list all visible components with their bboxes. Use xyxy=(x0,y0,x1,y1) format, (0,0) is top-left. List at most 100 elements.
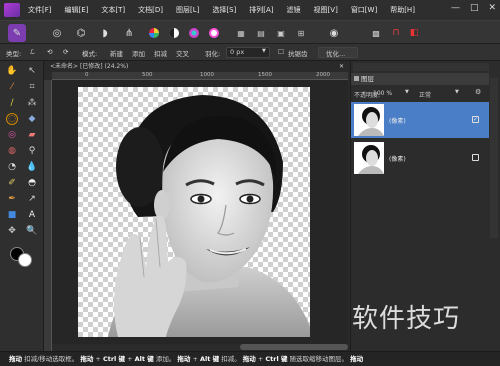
menu-select[interactable]: 选择[S] xyxy=(212,5,236,15)
opacity-value[interactable]: 100 % xyxy=(373,90,392,97)
liquify-persona-icon[interactable]: ◎ xyxy=(48,24,66,42)
layer-name: (像素) xyxy=(389,156,406,163)
panel-scrollbar[interactable] xyxy=(490,78,498,238)
clone-tool-icon[interactable]: ◍ xyxy=(6,145,18,157)
maximize-button[interactable]: □ xyxy=(470,3,479,13)
brush-tool-icon[interactable]: ∕ xyxy=(6,97,18,109)
layer-settings-icon[interactable]: ⚙ xyxy=(475,88,481,96)
secondary-color-swatch[interactable] xyxy=(18,253,32,267)
blend-dropdown-icon[interactable]: ▼ xyxy=(455,89,459,95)
eyedropper-tool-icon[interactable]: ⁄ xyxy=(6,81,18,93)
crop-tool-icon[interactable]: ⌗ xyxy=(26,81,38,93)
status-part: 随选取缩移动图层。 xyxy=(287,355,349,363)
magnetic-icon[interactable]: ⟳ xyxy=(63,48,68,56)
close-button[interactable]: ✕ xyxy=(488,3,496,13)
grid-icon[interactable]: ▤ xyxy=(252,24,270,42)
minimize-button[interactable]: — xyxy=(451,3,460,13)
menu-help[interactable]: 帮助[H] xyxy=(390,5,415,15)
tone-mapping-persona-icon[interactable]: ◗ xyxy=(96,24,114,42)
status-part: Alt 键 xyxy=(134,355,154,363)
menu-arrange[interactable]: 排列[A] xyxy=(249,5,273,15)
blur-tool-icon[interactable]: 💧 xyxy=(26,161,38,173)
lasso-tool-icon[interactable]: ◌ xyxy=(6,113,18,125)
status-part: Ctrl 键 xyxy=(102,355,126,363)
horizontal-scrollbar[interactable] xyxy=(240,344,348,350)
context-toolbar: 类型: ℒ ⟲ ⟳ 模式: 新建 添加 扣减 交叉 羽化: 0 px ▼ ☐ 抗… xyxy=(0,44,500,61)
layer-row[interactable]: (像素) xyxy=(351,140,489,176)
node-tool-icon[interactable]: ↗ xyxy=(26,193,38,205)
opacity-dropdown-icon[interactable]: ▼ xyxy=(405,89,409,95)
menu-window[interactable]: 窗口[W] xyxy=(351,5,377,15)
selection-icon[interactable]: ▣ xyxy=(272,24,290,42)
status-part: Alt 键 xyxy=(200,355,220,363)
white-balance-icon[interactable] xyxy=(205,24,223,42)
menu-layer[interactable]: 图层[L] xyxy=(176,5,199,15)
layers-panel-header[interactable]: 图层 xyxy=(351,73,489,85)
feather-label: 羽化: xyxy=(205,50,221,58)
menu-document[interactable]: 文档[D] xyxy=(138,5,163,15)
watermark: 软件技巧 xyxy=(352,304,461,334)
menu-file[interactable]: 文件[F] xyxy=(28,5,52,15)
mode-new-button[interactable]: 新建 xyxy=(110,48,123,58)
refine-label: 优化... xyxy=(326,50,346,58)
quick-mask-icon[interactable]: ◉ xyxy=(325,24,343,42)
blemish-tool-icon[interactable]: ◔ xyxy=(6,161,18,173)
status-part: 扣减。 xyxy=(219,355,241,363)
snapping-icon[interactable]: ⊞ xyxy=(292,24,310,42)
app-logo-icon xyxy=(4,3,20,17)
contrast-icon[interactable] xyxy=(165,24,183,42)
status-part: 拖动 xyxy=(80,355,94,363)
hand-tool-icon[interactable]: ✋ xyxy=(6,65,18,77)
color-wheel-icon[interactable] xyxy=(145,24,163,42)
tools-panel: ✋ ↖ ⁄ ⌗ ∕ ⁂ ◌ ◆ ◎ ▰ ◍ ⚲ ◔ 💧 ✐ ◓ ✒ ↗ ■ A … xyxy=(0,61,44,351)
freehand-icon[interactable]: ℒ xyxy=(30,48,35,56)
photo-canvas[interactable] xyxy=(78,87,310,337)
status-part: 拖动 xyxy=(177,355,191,363)
dodge-tool-icon[interactable]: ⚲ xyxy=(26,145,38,157)
zoom-tool-icon[interactable]: 🔍 xyxy=(26,225,38,237)
ruler-tick: 2000 xyxy=(316,72,330,78)
view-tool-icon[interactable]: ✥ xyxy=(6,225,18,237)
layer-visibility-checkbox[interactable] xyxy=(472,154,479,161)
blend-mode-select[interactable]: 正常 xyxy=(419,90,431,99)
document-tab[interactable]: <未命名> [已修改] (24.2%) ✕ xyxy=(44,61,350,72)
red-eye-tool-icon[interactable]: ◓ xyxy=(26,177,38,189)
status-part: + xyxy=(93,355,103,363)
antialias-checkbox[interactable]: ☐ xyxy=(278,48,284,56)
vertical-ruler xyxy=(44,80,52,351)
layer-row[interactable]: (像素) ✓ xyxy=(351,102,489,138)
move-tool-icon[interactable]: ↖ xyxy=(26,65,38,77)
smudge-tool-icon[interactable]: ✐ xyxy=(6,177,18,189)
mode-subtract-button[interactable]: 扣减 xyxy=(154,48,167,58)
close-tab-icon[interactable]: ✕ xyxy=(339,61,344,72)
assistant-icon[interactable]: ▩ xyxy=(367,24,385,42)
photo-persona-icon[interactable]: ✎ xyxy=(8,24,26,42)
mode-add-button[interactable]: 添加 xyxy=(132,48,145,58)
layers-panel-title: 图层 xyxy=(361,75,374,83)
status-part: 拖动 xyxy=(242,355,256,363)
pen-tool-icon[interactable]: ✒ xyxy=(6,193,18,205)
hsl-icon[interactable] xyxy=(185,24,203,42)
selection-brush-icon[interactable]: ⁂ xyxy=(26,97,38,109)
menu-filters[interactable]: 滤镜 xyxy=(287,5,301,15)
menu-edit[interactable]: 编辑[E] xyxy=(65,5,89,15)
toolbar: ✎ ◎ ⌬ ◗ ⋔ ▦ ▤ ▣ ⊞ ◉ ▩ ⊓ ◧ xyxy=(0,20,500,44)
snap-icon[interactable]: ◧ xyxy=(405,24,423,42)
flood-fill-icon[interactable]: ◆ xyxy=(26,113,38,125)
polygonal-icon[interactable]: ⟲ xyxy=(47,48,52,56)
layer-visibility-checkbox[interactable]: ✓ xyxy=(472,116,479,123)
pixel-tool-icon[interactable]: ▦ xyxy=(232,24,250,42)
text-tool-icon[interactable]: A xyxy=(26,209,38,221)
panel-tabs-strip xyxy=(353,63,489,71)
menu-view[interactable]: 视图[V] xyxy=(314,5,338,15)
menu-text[interactable]: 文本[T] xyxy=(101,5,125,15)
feather-dropdown-icon[interactable]: ▼ xyxy=(262,48,266,54)
menu-bar: 文件[F] 编辑[E] 文本[T] 文档[D] 图层[L] 选择[S] 排列[A… xyxy=(0,0,500,20)
export-persona-icon[interactable]: ⋔ xyxy=(120,24,138,42)
magnet-icon[interactable]: ⊓ xyxy=(387,24,405,42)
develop-persona-icon[interactable]: ⌬ xyxy=(72,24,90,42)
eraser-tool-icon[interactable]: ▰ xyxy=(26,129,38,141)
gradient-tool-icon[interactable]: ◎ xyxy=(6,129,18,141)
mode-intersect-button[interactable]: 交叉 xyxy=(176,48,189,58)
rectangle-tool-icon[interactable]: ■ xyxy=(6,209,18,221)
